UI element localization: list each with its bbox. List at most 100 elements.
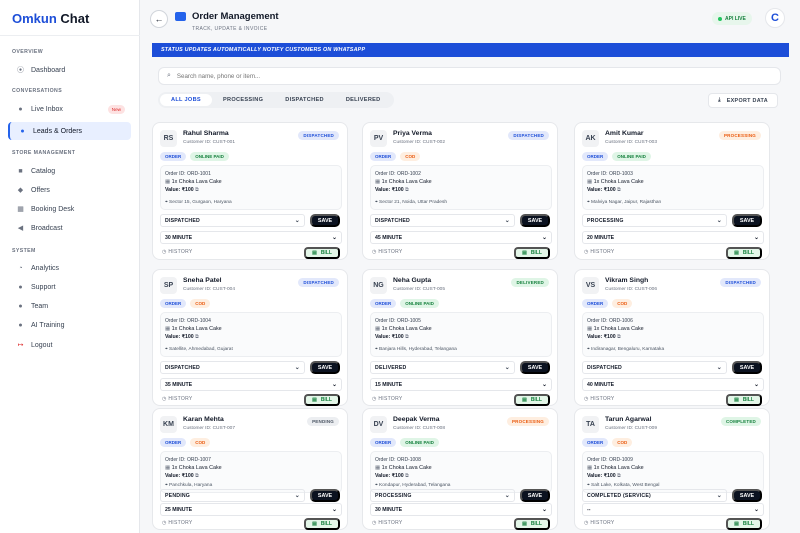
save-button[interactable]: SAVE bbox=[732, 214, 762, 227]
history-link[interactable]: ◷ HISTORY bbox=[162, 520, 193, 526]
order-tag: ORDER bbox=[582, 299, 609, 308]
chevron-down-icon: ⌄ bbox=[331, 235, 337, 241]
order-card: SP Sneha Patel Customer ID: CUST-004 DIS… bbox=[152, 269, 348, 406]
bill-button[interactable]: ▤ BILL bbox=[514, 394, 550, 406]
external-link-icon[interactable]: ⧉ bbox=[617, 187, 621, 193]
bill-button[interactable]: ▤ BILL bbox=[304, 518, 340, 530]
tab-all-jobs[interactable]: ALL JOBS bbox=[160, 94, 212, 106]
payment-tag: ONLINE PAID bbox=[400, 299, 439, 308]
chat-icon: ● bbox=[18, 105, 23, 113]
external-link-icon[interactable]: ⧉ bbox=[405, 473, 409, 479]
eta-select[interactable]: 15 MINUTE ⌄ bbox=[370, 378, 552, 391]
status-select[interactable]: DISPATCHED ⌄ bbox=[160, 214, 305, 227]
sidebar-item-logout[interactable]: ↦ Logout bbox=[8, 336, 131, 354]
sidebar-item-leads-orders[interactable]: ● Leads & Orders bbox=[8, 122, 131, 140]
history-link[interactable]: ◷ HISTORY bbox=[372, 249, 403, 255]
bill-button[interactable]: ▤ BILL bbox=[726, 247, 762, 259]
order-id: Order ID: ORD-1008 bbox=[375, 457, 421, 463]
external-link-icon[interactable]: ⧉ bbox=[195, 473, 199, 479]
eta-select[interactable]: 30 MINUTE ⌄ bbox=[160, 231, 342, 244]
history-link[interactable]: ◷ HISTORY bbox=[372, 396, 403, 402]
sidebar-item-dashboard[interactable]: ⦿ Dashboard bbox=[8, 61, 131, 79]
delivery-address: ⌖ Malviya Nagar, Jaipur, Rajasthan bbox=[587, 200, 662, 205]
save-button[interactable]: SAVE bbox=[732, 489, 762, 502]
save-button[interactable]: SAVE bbox=[310, 489, 340, 502]
chevron-down-icon: ⌄ bbox=[753, 235, 759, 241]
save-button[interactable]: SAVE bbox=[520, 214, 550, 227]
order-details: Order ID: ORD-1002 ▦ 1x Choka Lava Cake … bbox=[370, 165, 552, 210]
save-button[interactable]: SAVE bbox=[520, 489, 550, 502]
status-select[interactable]: DELIVERED ⌄ bbox=[370, 361, 515, 374]
external-link-icon[interactable]: ⧉ bbox=[617, 334, 621, 340]
order-card: NG Neha Gupta Customer ID: CUST-005 DELI… bbox=[362, 269, 558, 406]
external-link-icon[interactable]: ⧉ bbox=[405, 334, 409, 340]
status-select[interactable]: PENDING ⌄ bbox=[160, 489, 305, 502]
back-button[interactable]: ← bbox=[150, 10, 168, 28]
bill-button[interactable]: ▤ BILL bbox=[304, 394, 340, 406]
status-select[interactable]: PROCESSING ⌄ bbox=[582, 214, 727, 227]
eta-select[interactable]: 25 MINUTE ⌄ bbox=[160, 503, 342, 516]
sidebar-item-ai-training[interactable]: ● AI Training bbox=[8, 316, 131, 334]
status-select[interactable]: DISPATCHED ⌄ bbox=[370, 214, 515, 227]
status-select[interactable]: DISPATCHED ⌄ bbox=[160, 361, 305, 374]
box-icon: ▦ bbox=[375, 179, 381, 185]
history-link[interactable]: ◷ HISTORY bbox=[584, 396, 615, 402]
history-link[interactable]: ◷ HISTORY bbox=[162, 249, 193, 255]
bill-button[interactable]: ▤ BILL bbox=[514, 518, 550, 530]
tab-dispatched[interactable]: DISPATCHED bbox=[274, 94, 335, 106]
eta-select[interactable]: 30 MINUTE ⌄ bbox=[370, 503, 552, 516]
customer-avatar: RS bbox=[160, 130, 177, 147]
eta-select[interactable]: 35 MINUTE ⌄ bbox=[160, 378, 342, 391]
chevron-down-icon: ⌄ bbox=[753, 507, 759, 513]
sidebar-item-support[interactable]: ● Support bbox=[8, 278, 131, 296]
save-button[interactable]: SAVE bbox=[310, 361, 340, 374]
bill-button[interactable]: ▤ BILL bbox=[514, 247, 550, 259]
status-select[interactable]: DISPATCHED ⌄ bbox=[582, 361, 727, 374]
sidebar-item-broadcast[interactable]: ◀ Broadcast bbox=[8, 219, 131, 237]
history-link[interactable]: ◷ HISTORY bbox=[162, 396, 193, 402]
sidebar-item-label: Live Inbox bbox=[31, 105, 63, 113]
save-button[interactable]: SAVE bbox=[310, 214, 340, 227]
sidebar-item-live-inbox[interactable]: ● Live Inbox New bbox=[8, 100, 131, 118]
sidebar-item-analytics[interactable]: ◔ Analytics bbox=[8, 259, 131, 277]
status-select[interactable]: PROCESSING ⌄ bbox=[370, 489, 515, 502]
order-details: Order ID: ORD-1004 ▦ 1x Choka Lava Cake … bbox=[160, 312, 342, 357]
bill-button[interactable]: ▤ BILL bbox=[726, 518, 762, 530]
bill-button[interactable]: ▤ BILL bbox=[304, 247, 340, 259]
tab-processing[interactable]: PROCESSING bbox=[212, 94, 274, 106]
customer-id: Customer ID: CUST-004 bbox=[183, 287, 235, 292]
eta-select[interactable]: -- ⌄ bbox=[582, 503, 764, 516]
bill-button[interactable]: ▤ BILL bbox=[726, 394, 762, 406]
external-link-icon[interactable]: ⧉ bbox=[195, 334, 199, 340]
app-logo[interactable]: Omkun Chat bbox=[12, 11, 89, 26]
sidebar-item-team[interactable]: ● Team bbox=[8, 297, 131, 315]
order-item: ▦ 1x Choka Lava Cake bbox=[587, 179, 644, 185]
external-link-icon[interactable]: ⧉ bbox=[617, 473, 621, 479]
sidebar-item-booking-desk[interactable]: ▦ Booking Desk bbox=[8, 200, 131, 218]
chevron-down-icon: ⌄ bbox=[294, 218, 300, 224]
history-link[interactable]: ◷ HISTORY bbox=[372, 520, 403, 526]
save-button[interactable]: SAVE bbox=[732, 361, 762, 374]
chevron-down-icon: ⌄ bbox=[716, 365, 722, 371]
external-link-icon[interactable]: ⧉ bbox=[405, 187, 409, 193]
customer-name: Vikram Singh bbox=[605, 277, 649, 284]
history-link[interactable]: ◷ HISTORY bbox=[584, 249, 615, 255]
eta-select[interactable]: 40 MINUTE ⌄ bbox=[582, 378, 764, 391]
tab-delivered[interactable]: DELIVERED bbox=[335, 94, 392, 106]
search-bar[interactable]: ⌕ bbox=[158, 67, 781, 85]
document-icon: ▤ bbox=[312, 521, 317, 527]
chevron-down-icon: ⌄ bbox=[541, 235, 547, 241]
sidebar-item-offers[interactable]: ◆ Offers bbox=[8, 181, 131, 199]
status-select[interactable]: COMPLETED (SERVICE) ⌄ bbox=[582, 489, 727, 502]
save-button[interactable]: SAVE bbox=[520, 361, 550, 374]
order-item: ▦ 1x Choka Lava Cake bbox=[587, 465, 644, 471]
arrow-left-icon: ← bbox=[154, 14, 164, 24]
eta-select[interactable]: 20 MINUTE ⌄ bbox=[582, 231, 764, 244]
sidebar-item-catalog[interactable]: ■ Catalog bbox=[8, 162, 131, 180]
export-data-button[interactable]: ⤓ EXPORT DATA bbox=[708, 93, 778, 108]
eta-select[interactable]: 45 MINUTE ⌄ bbox=[370, 231, 552, 244]
search-input[interactable] bbox=[176, 72, 677, 80]
external-link-icon[interactable]: ⧉ bbox=[195, 187, 199, 193]
avatar[interactable]: C bbox=[765, 8, 785, 28]
history-link[interactable]: ◷ HISTORY bbox=[584, 520, 615, 526]
